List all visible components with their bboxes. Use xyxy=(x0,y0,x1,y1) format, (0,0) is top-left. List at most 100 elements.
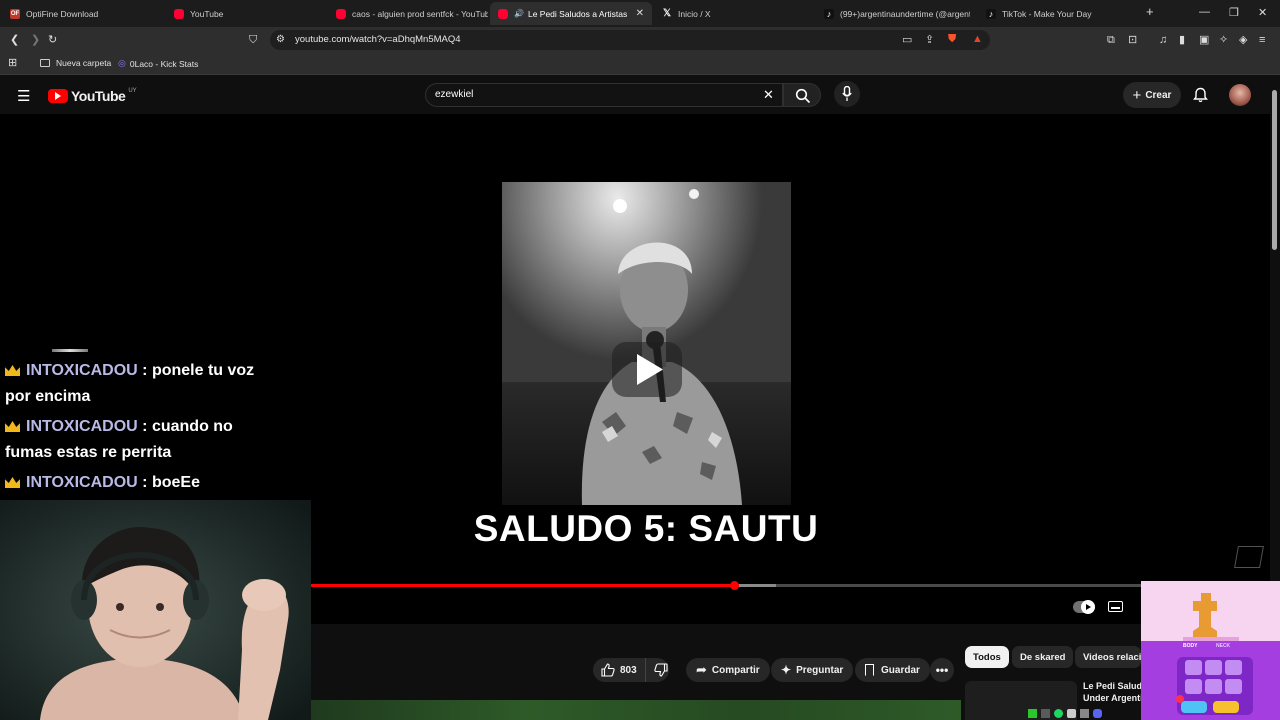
tab-title: OptiFine Download xyxy=(26,8,99,19)
chip-videos-relacionados[interactable]: Videos relacio xyxy=(1075,646,1141,668)
address-bar[interactable]: ⚙ youtube.com/watch?v=aDhqMn5MAQ4 ▭ ⇪ ⛊ … xyxy=(270,30,990,50)
share-page-icon[interactable]: ⇪ xyxy=(925,33,934,47)
play-button-icon[interactable] xyxy=(612,342,682,397)
ask-button[interactable]: ✦ Preguntar xyxy=(771,658,854,682)
cast-icon[interactable]: ▭ xyxy=(902,33,912,47)
webcam-feed-image xyxy=(0,500,311,720)
menu-icon[interactable]: ≡ xyxy=(1259,33,1265,47)
search-input[interactable]: ezewkiel ✕ xyxy=(425,83,783,107)
search-button[interactable] xyxy=(783,83,821,107)
scrollbar-thumb[interactable] xyxy=(1272,90,1277,250)
tab-optifine[interactable]: OF OptiFine Download xyxy=(2,2,164,25)
related-video-title[interactable]: Le Pedi Salud Under Argenti xyxy=(1083,680,1141,704)
tab-caos[interactable]: caos - alguien prod sentfck - YouTube xyxy=(328,2,488,25)
share-button[interactable]: ➦ Compartir xyxy=(686,658,770,682)
tray-app-icon[interactable] xyxy=(1080,708,1089,718)
tiktok-icon: ♪ xyxy=(986,8,996,19)
tab-tiktok-argentina[interactable]: ♪ (99+)argentinaundertime (@argentin xyxy=(816,2,976,25)
chat-message: INTOXICADOU : cuando no fumas estas re p… xyxy=(5,414,265,466)
video-description-area xyxy=(311,700,961,720)
clear-search-icon[interactable]: ✕ xyxy=(763,87,774,103)
browser-toolbar: ❮ ❯ ↻ ⛉ ⚙ youtube.com/watch?v=aDhqMn5MAQ… xyxy=(0,27,1280,53)
game-tab-body: BODY xyxy=(1183,643,1198,649)
close-window-button[interactable]: ✕ xyxy=(1258,6,1267,19)
sparkle-icon: ✦ xyxy=(781,663,792,677)
chat-divider xyxy=(52,349,88,352)
plus-icon: + xyxy=(1132,86,1142,104)
logo-text: YouTube xyxy=(71,88,126,104)
browser-tab-strip: OF OptiFine Download YouTube caos - algu… xyxy=(0,0,1280,27)
hamburger-menu-icon[interactable]: ☰ xyxy=(17,87,30,105)
progress-scrubber-handle[interactable] xyxy=(730,581,740,590)
screenshot-icon[interactable]: ⊡ xyxy=(1128,33,1137,47)
x-icon: 𝕏 xyxy=(662,8,672,19)
chat-username: INTOXICADOU xyxy=(26,474,138,491)
bookmark-nueva-carpeta[interactable]: Nueva carpeta xyxy=(40,58,111,68)
chip-de-skared[interactable]: De skared xyxy=(1012,646,1074,668)
create-button[interactable]: + Crear xyxy=(1123,82,1181,108)
apps-grid-icon[interactable]: ⊞ xyxy=(8,56,17,70)
forward-icon[interactable]: ❯ xyxy=(31,33,40,47)
discord-icon[interactable] xyxy=(1093,708,1102,718)
tiktok-icon: ♪ xyxy=(824,8,834,19)
autoplay-toggle[interactable] xyxy=(1073,600,1095,614)
wallet-icon[interactable]: ▣ xyxy=(1199,33,1209,47)
thumbs-down-icon xyxy=(654,663,668,677)
youtube-icon xyxy=(174,8,184,19)
search-icon xyxy=(795,88,811,104)
voice-search-button[interactable] xyxy=(834,81,860,107)
channel-watermark-logo xyxy=(1234,546,1264,568)
tab-title: Le Pedi Saludos a Artistas Un xyxy=(527,8,628,19)
spotify-icon[interactable] xyxy=(1054,708,1063,718)
minimize-button[interactable]: — xyxy=(1199,6,1210,18)
crown-icon xyxy=(5,477,20,488)
close-tab-icon[interactable]: ✕ xyxy=(636,8,644,19)
related-title-line: Under Argenti xyxy=(1083,693,1141,703)
avatar[interactable] xyxy=(1229,84,1251,106)
tab-x[interactable]: 𝕏 Inicio / X xyxy=(654,2,814,25)
notifications-bell-icon[interactable] xyxy=(1193,87,1208,103)
dislike-button[interactable] xyxy=(646,658,669,682)
reload-icon[interactable]: ↻ xyxy=(48,33,57,47)
vpn-icon[interactable]: ◈ xyxy=(1239,33,1247,47)
chat-message: INTOXICADOU : boeEe xyxy=(5,470,265,496)
save-button[interactable]: Guardar xyxy=(855,658,930,682)
ai-icon[interactable]: ✧ xyxy=(1219,33,1228,47)
tab-youtube[interactable]: YouTube xyxy=(166,2,326,25)
share-icon: ➦ xyxy=(696,662,707,677)
sidebar-icon[interactable]: ▮ xyxy=(1179,33,1185,47)
game-overlay: BODY NECK xyxy=(1141,581,1280,720)
game-tab-neck: NECK xyxy=(1216,643,1231,649)
tab-tiktok[interactable]: ♪ TikTok - Make Your Day xyxy=(978,2,1138,25)
subtitles-icon[interactable] xyxy=(1108,601,1123,612)
url-text: youtube.com/watch?v=aDhqMn5MAQ4 xyxy=(295,34,461,45)
restore-button[interactable]: ❐ xyxy=(1229,6,1239,19)
chat-message: INTOXICADOU : ponele tu voz por encima xyxy=(5,358,265,410)
new-tab-button[interactable]: + xyxy=(1146,4,1154,19)
tray-app-icon[interactable] xyxy=(1041,708,1050,718)
youtube-masthead: ☰ YouTube UY ezewkiel ✕ + Crear xyxy=(0,76,1270,114)
progress-bar[interactable] xyxy=(311,581,1141,590)
tab-active-video[interactable]: 🔊 Le Pedi Saludos a Artistas Un ✕ xyxy=(490,2,652,25)
tab-title: TikTok - Make Your Day xyxy=(1002,8,1092,19)
site-info-icon[interactable]: ⚙ xyxy=(276,33,285,47)
like-button[interactable]: 803 xyxy=(593,658,646,682)
chat-username: INTOXICADOU xyxy=(26,362,138,379)
youtube-logo[interactable]: YouTube UY xyxy=(48,88,137,104)
bookmark-kick-stats[interactable]: ◎ 0Laco - Kick Stats xyxy=(118,58,198,69)
back-icon[interactable]: ❮ xyxy=(10,33,19,47)
more-actions-icon[interactable]: ••• xyxy=(930,658,954,682)
brave-rewards-icon[interactable]: ▲ xyxy=(972,32,983,46)
extensions-icon[interactable]: ⧉ xyxy=(1107,33,1115,47)
music-icon[interactable]: ♫ xyxy=(1159,33,1167,47)
brave-shield-icon[interactable]: ⛊ xyxy=(948,32,956,46)
crown-icon xyxy=(5,421,20,432)
tray-app-icon[interactable] xyxy=(1028,708,1037,718)
optifine-icon: OF xyxy=(10,8,20,19)
bookmark-icon[interactable]: ⛉ xyxy=(249,33,257,47)
chip-todos[interactable]: Todos xyxy=(965,646,1009,668)
tray-app-icon[interactable] xyxy=(1067,708,1076,718)
search-query: ezewkiel xyxy=(435,89,474,100)
chat-text: : boeEe xyxy=(142,474,200,491)
microphone-icon xyxy=(842,86,852,101)
